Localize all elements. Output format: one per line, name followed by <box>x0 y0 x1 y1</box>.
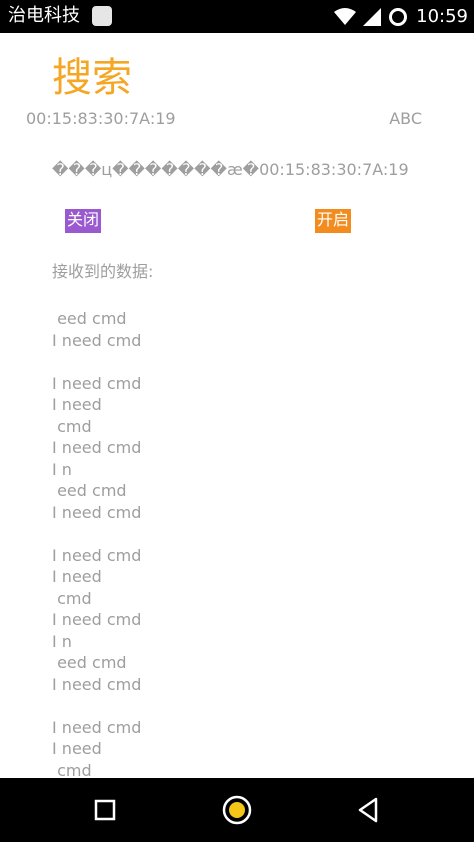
device-mac[interactable]: 00:15:83:30:7A:19 <box>26 108 176 130</box>
log-line: I n <box>52 631 72 651</box>
status-time: 10:59 <box>416 6 468 27</box>
log-line: eed cmd <box>52 481 127 500</box>
log-line: I need cmd <box>52 502 142 522</box>
device-name[interactable]: ABC <box>389 108 422 130</box>
log-line: I need <box>52 395 102 414</box>
log-line: I need cmd <box>52 438 142 457</box>
log-line: eed cmd <box>52 309 127 328</box>
app-screen: 治电科技 10:59 搜索 00:15:83:30:7A:19 ABC ���ц… <box>0 0 474 842</box>
navigation-bar <box>0 778 474 842</box>
back-button[interactable] <box>338 778 398 842</box>
log-line: I need cmd <box>52 373 142 393</box>
open-button[interactable]: 开启 <box>315 209 352 233</box>
log-line: cmd <box>52 416 92 436</box>
log-line: I need cmd <box>52 545 142 565</box>
home-button[interactable] <box>207 778 267 842</box>
home-icon <box>222 795 252 825</box>
app-notification-icon <box>92 6 112 26</box>
recent-apps-button[interactable] <box>75 778 135 842</box>
sync-icon <box>389 7 408 26</box>
signal-icon <box>363 7 382 26</box>
device-info-line: ���ц�������æ�00:15:83:30:7A:19 <box>52 160 409 179</box>
log-line: I need cmd <box>52 610 142 629</box>
log-line: I need <box>52 567 102 586</box>
page-title[interactable]: 搜索 <box>52 50 132 106</box>
log-line: I need cmd <box>52 717 142 737</box>
recent-apps-icon <box>94 799 116 821</box>
log-line: I need cmd <box>52 674 142 694</box>
wifi-icon <box>334 7 357 25</box>
status-bar: 治电科技 10:59 <box>0 0 474 33</box>
received-data-log: eed cmd I need cmd I need cmd I need cmd I … <box>52 308 412 781</box>
log-line: cmd <box>52 588 92 608</box>
log-line: I n <box>52 459 72 479</box>
close-button[interactable]: 关闭 <box>65 209 102 233</box>
status-icons: 10:59 <box>334 0 468 33</box>
log-line: I need <box>52 739 102 758</box>
received-data-label: 接收到的数据: <box>52 262 154 281</box>
status-app-name: 治电科技 <box>8 5 80 26</box>
log-line: eed cmd <box>52 653 127 672</box>
back-icon <box>358 797 378 823</box>
log-line: I need cmd <box>52 330 142 350</box>
